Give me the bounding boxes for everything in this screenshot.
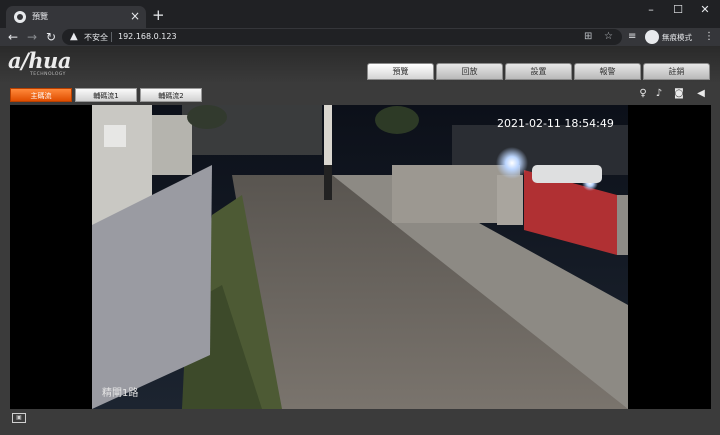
- logo-subtitle: TECHNOLOGY: [30, 72, 66, 77]
- maximize-button[interactable]: ☐: [667, 3, 689, 16]
- browser-tab-bar: 預覽 × + – ☐ ✕: [0, 0, 720, 28]
- tab-logout[interactable]: 註銷: [643, 63, 710, 80]
- tab-preview[interactable]: 預覽: [367, 63, 434, 80]
- logo-text: a/hua: [8, 48, 71, 73]
- security-label[interactable]: 不安全: [84, 32, 108, 43]
- camera-web-app: a/hua TECHNOLOGY 預覽 回放 設置 報警 註銷 主碼流 輔碼流1…: [0, 46, 720, 435]
- video-timestamp: 2021-02-11 18:54:49: [497, 117, 614, 130]
- video-bottom-bar: ▣: [0, 409, 720, 435]
- stream-toolbar: 主碼流 輔碼流1 輔碼流2 ♀ ♪ ◙ ◀: [0, 82, 720, 105]
- menu-icon[interactable]: ⋮: [704, 30, 714, 44]
- reload-icon[interactable]: ↻: [46, 29, 56, 45]
- tab-alarm[interactable]: 報警: [574, 63, 641, 80]
- speaker-icon[interactable]: ◀: [694, 88, 708, 100]
- minimize-button[interactable]: –: [640, 3, 662, 16]
- tab-settings[interactable]: 設置: [505, 63, 572, 80]
- camera-feed-image: [92, 105, 628, 409]
- main-stream-button[interactable]: 主碼流: [10, 88, 72, 102]
- browser-tab[interactable]: 預覽 ×: [6, 6, 146, 28]
- address-bar[interactable]: ▲ 不安全 192.168.0.123 ⊞ ☆: [62, 29, 622, 45]
- incognito-icon[interactable]: [645, 30, 659, 44]
- media-icon[interactable]: ≡: [628, 30, 636, 44]
- close-window-button[interactable]: ✕: [694, 3, 716, 16]
- app-header: a/hua TECHNOLOGY 預覽 回放 設置 報警 註銷: [0, 46, 720, 82]
- incognito-label[interactable]: 無痕模式: [662, 32, 692, 43]
- live-video-view[interactable]: 2021-02-11 18:54:49 精閘1路: [10, 105, 711, 409]
- bulb-icon[interactable]: ♀: [636, 88, 650, 100]
- translate-icon[interactable]: ⊞: [584, 31, 592, 43]
- fullscreen-icon[interactable]: ▣: [12, 413, 26, 423]
- address-separator: [111, 32, 112, 42]
- sub-stream-1-button[interactable]: 輔碼流1: [75, 88, 137, 102]
- star-icon[interactable]: ☆: [604, 31, 613, 43]
- tab-playback[interactable]: 回放: [436, 63, 503, 80]
- close-tab-icon[interactable]: ×: [130, 9, 140, 23]
- warning-icon[interactable]: ▲: [70, 31, 78, 43]
- browser-toolbar: ← → ↻ ▲ 不安全 192.168.0.123 ⊞ ☆ ≡ 無痕模式 ⋮: [0, 28, 720, 46]
- url-text[interactable]: 192.168.0.123: [118, 32, 177, 41]
- camera-icon[interactable]: ◙: [672, 88, 686, 100]
- new-tab-button[interactable]: +: [152, 7, 165, 23]
- favicon-icon: [14, 11, 26, 23]
- dahua-logo: a/hua TECHNOLOGY: [8, 49, 88, 79]
- forward-icon[interactable]: →: [27, 29, 37, 45]
- sub-stream-2-button[interactable]: 輔碼流2: [140, 88, 202, 102]
- bell-icon[interactable]: ♪: [652, 88, 666, 100]
- video-osd-label: 精閘1路: [102, 388, 139, 399]
- back-icon[interactable]: ←: [8, 29, 18, 45]
- tab-title: 預覽: [32, 12, 48, 21]
